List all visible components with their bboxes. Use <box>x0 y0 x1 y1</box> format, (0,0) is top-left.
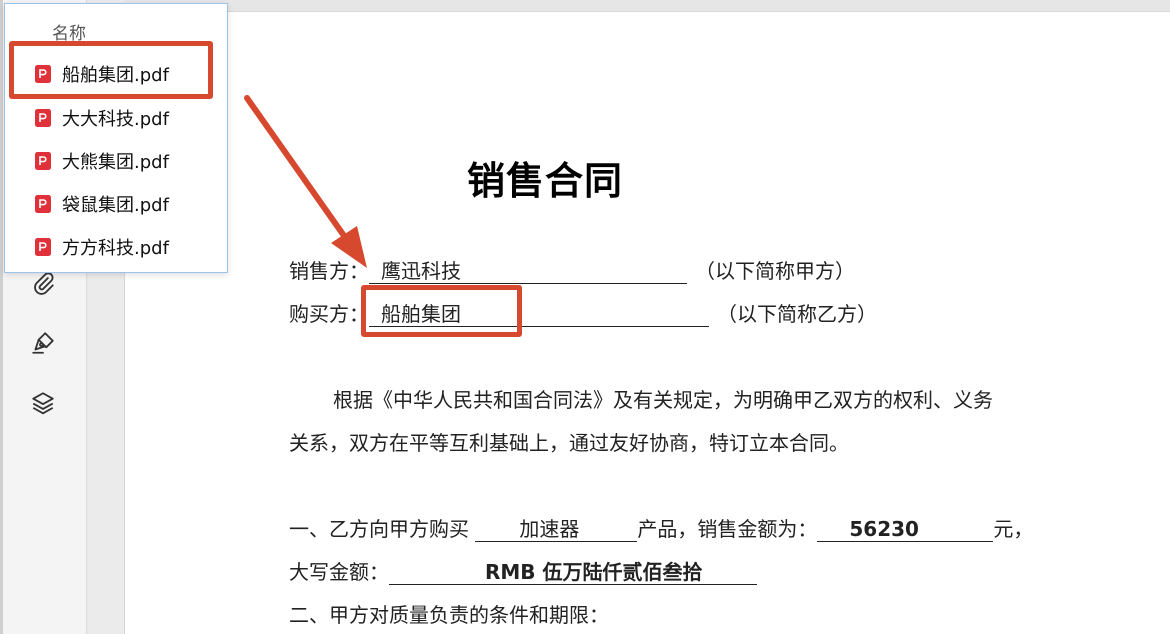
amount-field[interactable]: 56230 <box>817 518 994 542</box>
buyer-note: （以下简称乙方） <box>717 302 877 326</box>
pdf-file-icon <box>35 238 51 256</box>
file-name: 大大科技.pdf <box>62 109 169 130</box>
pdf-file-icon <box>35 195 51 213</box>
file-name: 大熊集团.pdf <box>62 152 169 173</box>
signature-pen-icon[interactable] <box>28 328 58 358</box>
seller-field[interactable]: 鹰迅科技 <box>369 260 687 284</box>
file-name: 袋鼠集团.pdf <box>62 195 169 216</box>
buyer-label: 购买方： <box>289 302 369 326</box>
clause-1-mid: 产品，销售金额为： <box>637 517 818 541</box>
caps-amount-field[interactable]: RMB 伍万陆仟贰佰叁拾 <box>389 561 757 585</box>
seller-note: （以下简称甲方） <box>695 259 855 283</box>
file-item[interactable]: 袋鼠集团.pdf <box>34 189 214 219</box>
caps-label: 大写金额： <box>289 560 389 584</box>
seller-line: 销售方： 鹰迅科技 （以下简称甲方） <box>289 255 855 284</box>
highlight-box-file <box>9 41 213 99</box>
file-item[interactable]: 大大科技.pdf <box>34 103 214 133</box>
clause-2-line: 二、甲方对质量负责的条件和期限： <box>289 603 609 627</box>
clause-1-suffix: 元， <box>993 517 1034 541</box>
seller-label: 销售方： <box>289 259 369 283</box>
file-item[interactable]: 大熊集团.pdf <box>34 146 214 176</box>
rail-edge <box>0 0 3 634</box>
paragraph-line-1: 根据《中华人民共和国合同法》及有关规定，为明确甲乙双方的权利、义务 <box>333 388 993 412</box>
paragraph-line-2: 关系，双方在平等互利基础上，通过友好协商，特订立本合同。 <box>289 431 849 455</box>
file-item[interactable]: 方方科技.pdf <box>34 232 214 262</box>
clause-1-line: 一、乙方向甲方购买 加速器 产品，销售金额为： 56230 元， <box>289 513 1033 542</box>
layers-icon[interactable] <box>28 388 58 418</box>
pdf-file-icon <box>35 109 51 127</box>
caps-amount-line: 大写金额： RMB 伍万陆仟贰佰叁拾 <box>289 556 757 585</box>
top-bar <box>124 0 1170 12</box>
file-name: 方方科技.pdf <box>62 238 169 259</box>
highlight-box-buyer <box>361 285 522 337</box>
clause-1-prefix: 一、乙方向甲方购买 <box>289 517 469 541</box>
pdf-file-icon <box>35 152 51 170</box>
product-field[interactable]: 加速器 <box>475 518 638 542</box>
